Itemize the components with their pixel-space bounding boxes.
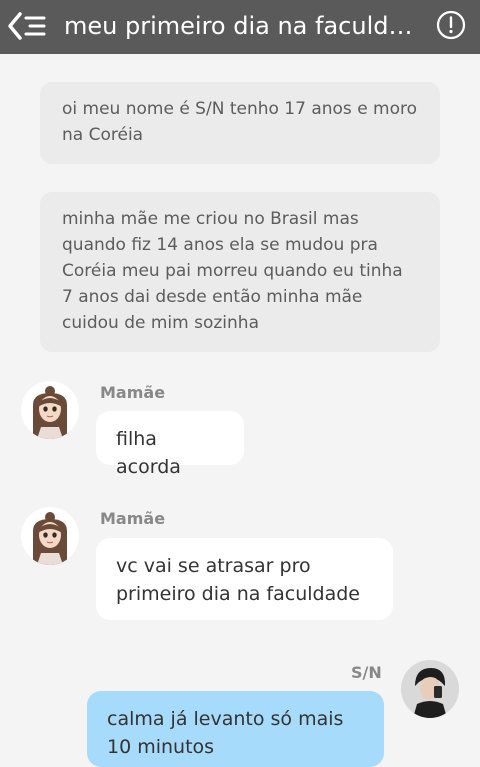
top-bar: meu primeiro dia na faculda... <box>0 0 480 54</box>
back-list-icon[interactable] <box>6 10 48 42</box>
info-icon[interactable] <box>436 10 466 40</box>
sender-name: S/N <box>351 663 382 682</box>
avatar[interactable] <box>401 660 459 718</box>
avatar[interactable] <box>21 507 79 565</box>
sender-name: Mamãe <box>100 383 166 402</box>
avatar[interactable] <box>21 381 79 439</box>
sender-name: Mamãe <box>100 509 166 528</box>
message-bubble[interactable]: filha acorda <box>96 411 244 478</box>
mom-avatar-icon <box>21 507 79 565</box>
user-avatar-icon <box>401 660 459 718</box>
narration-block: oi meu nome é S/N tenho 17 anos e moro n… <box>40 82 440 164</box>
chat-title: meu primeiro dia na faculda... <box>64 12 426 40</box>
mom-avatar-icon <box>21 381 79 439</box>
narration-block: minha mãe me criou no Brasil mas quando … <box>40 192 440 352</box>
message-bubble[interactable]: calma já levanto só mais 10 minutos <box>87 691 384 767</box>
message-bubble[interactable]: vc vai se atrasar pro primeiro dia na fa… <box>96 538 393 620</box>
